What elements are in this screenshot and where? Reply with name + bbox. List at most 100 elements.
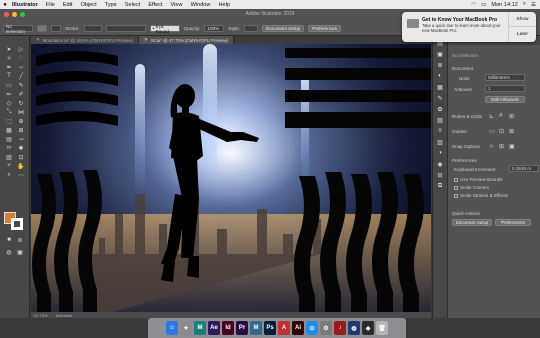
artboard-canvas[interactable] [31,44,431,318]
eraser-tool-icon[interactable]: ◇ [4,99,14,107]
libraries-icon[interactable]: ▣ [436,50,445,58]
notification-center-icon[interactable]: ☰ [531,2,536,8]
artboard-select[interactable]: 1 [485,85,525,92]
width-tool-icon[interactable]: ⋈ [16,108,26,116]
style-select[interactable] [243,25,258,32]
show-guides-icon[interactable]: ▭ [489,128,495,135]
close-tab-icon[interactable]: ✕ [144,37,148,43]
dock-illustrator-m-icon[interactable]: M [194,321,206,335]
dock-trash-icon[interactable]: 🗑 [376,321,388,335]
snap-grid-icon[interactable]: ⊞ [499,143,504,150]
grid-icon[interactable]: # [499,113,502,119]
menu-window[interactable]: Window [191,2,211,8]
eyedropper-tool-icon[interactable]: ⊸ [16,135,26,143]
selection-tool-icon[interactable]: ➤ [4,45,14,53]
menu-app-illustrator[interactable]: Illustrator [12,2,38,8]
gradient-tool-icon[interactable]: ▤ [4,135,14,143]
color-mode-icon[interactable]: ■ [4,236,14,244]
align-icon[interactable]: ⊟ [436,171,445,179]
tab-sc[interactable]: ✕ SCai* @ 47.73% (CMYK/GPU Preview) [139,36,235,44]
rotate-tool-icon[interactable]: ↻ [16,99,26,107]
dock-app-red-icon[interactable]: ♪ [334,321,346,335]
checkbox[interactable] [454,177,458,182]
layers-icon[interactable]: ≣ [436,61,445,69]
dock-indesign-icon[interactable]: Id [222,321,234,335]
document-setup-panel-button[interactable]: Document Setup [452,219,492,226]
use-preview-bounds-row[interactable]: Use Preview Bounds [454,177,503,182]
dock-system-prefs-icon[interactable]: ⚙ [320,321,332,335]
apple-menu-icon[interactable]: ● [0,2,10,8]
battery-icon[interactable]: ▭ [481,2,486,8]
shape-builder-tool-icon[interactable]: ⊕ [16,117,26,125]
blend-tool-icon[interactable]: ∞ [4,144,14,152]
pixel-grid-icon[interactable]: ⊞ [509,113,514,120]
pencil-tool-icon[interactable]: ✏ [4,90,14,98]
mesh-tool-icon[interactable]: ⊞ [16,126,26,134]
later-button[interactable]: Later [509,27,536,42]
swatches-icon[interactable]: ▦ [436,83,445,91]
dock-finder-icon[interactable]: ☺ [166,321,178,335]
dock-autocad-icon[interactable]: A [278,321,290,335]
lock-guides-icon[interactable]: ⊡ [499,128,504,135]
snap-point-icon[interactable]: ⊹ [489,143,494,150]
direct-selection-tool-icon[interactable]: ▷ [16,45,26,53]
stroke-color-swatch[interactable] [11,218,23,230]
preferences-panel-button[interactable]: Preferences [495,219,531,226]
keyboard-increment-input[interactable]: 0.3528 m [509,165,539,172]
dock-safari-icon[interactable]: ⊙ [306,321,318,335]
menu-view[interactable]: View [171,2,183,8]
perspective-grid-tool-icon[interactable]: ▦ [4,126,14,134]
dock-app-blue-icon[interactable]: ◍ [348,321,360,335]
color-icon[interactable]: ◐ [436,72,445,80]
dock-after-effects-icon[interactable]: Ae [208,321,220,335]
show-button[interactable]: Show [509,12,536,27]
fill-swatch[interactable] [37,25,47,32]
edit-toolbar-icon[interactable]: ⋯ [16,171,26,179]
zoom-tool-icon[interactable]: ⌕ [4,171,14,179]
stroke-weight-input[interactable] [83,25,102,32]
menu-help[interactable]: Help [218,2,230,8]
transparency-icon[interactable]: ◑ [436,149,445,157]
magic-wand-tool-icon[interactable]: ✧ [4,54,14,62]
brush-select[interactable]: • 5 pt. Round [149,24,180,34]
stroke-swatch[interactable] [51,25,61,32]
dock-photoshop-icon[interactable]: Ps [264,321,276,335]
search-icon[interactable]: ⌕ [523,1,526,8]
appearance-icon[interactable]: ◉ [436,160,445,168]
menu-file[interactable]: File [46,2,55,8]
menu-effect[interactable]: Effect [148,2,162,8]
brushes-icon[interactable]: ✎ [436,94,445,102]
lasso-tool-icon[interactable]: ◌ [16,54,26,62]
scale-strokes-row[interactable]: Scale Strokes & Effects [454,193,508,198]
type-tool-icon[interactable]: T [4,72,14,80]
dock-app-m2-icon[interactable]: M [250,321,262,335]
none-mode-icon[interactable]: ⊘ [15,236,25,244]
ruler-icon[interactable]: ⊾ [489,113,494,120]
gradient-icon[interactable]: ▥ [436,138,445,146]
screen-mode-icon[interactable]: ▣ [15,248,25,256]
notification-banner[interactable]: Get to Know Your MacBook Pro Take a quic… [402,12,536,42]
units-select[interactable]: Millimeters [485,74,525,81]
document-setup-button[interactable]: Document Setup [261,25,305,32]
slice-tool-icon[interactable]: ⌿ [4,162,14,170]
rectangle-tool-icon[interactable]: ▭ [4,81,14,89]
line-tool-icon[interactable]: ╱ [16,72,26,80]
menu-type[interactable]: Type [105,2,117,8]
dock-premiere-icon[interactable]: Pr [236,321,248,335]
smart-guides-icon[interactable]: ⊠ [509,128,514,135]
free-transform-tool-icon[interactable]: ⬚ [4,117,14,125]
snap-pixel-icon[interactable]: ▣ [509,143,515,150]
graphic-styles-icon[interactable]: ▧ [436,116,445,124]
shaper-tool-icon[interactable]: ✐ [16,90,26,98]
stroke-icon[interactable]: ≡ [436,127,445,135]
tab-mountains[interactable]: ✕ Mountains.ai* @ 16.5% (CMYK/GPU Preview… [31,36,140,44]
artboard-tool-icon[interactable]: ⊡ [16,153,26,161]
dock-app-dark-icon[interactable]: ◆ [362,321,374,335]
edit-artboards-button[interactable]: Edit Artboards [485,96,525,103]
menu-select[interactable]: Select [125,2,141,8]
menu-object[interactable]: Object [80,2,96,8]
pen-tool-icon[interactable]: ✒ [4,63,14,71]
symbols-icon[interactable]: ✿ [436,105,445,113]
symbol-sprayer-tool-icon[interactable]: ✺ [16,144,26,152]
checkbox[interactable] [454,193,458,198]
